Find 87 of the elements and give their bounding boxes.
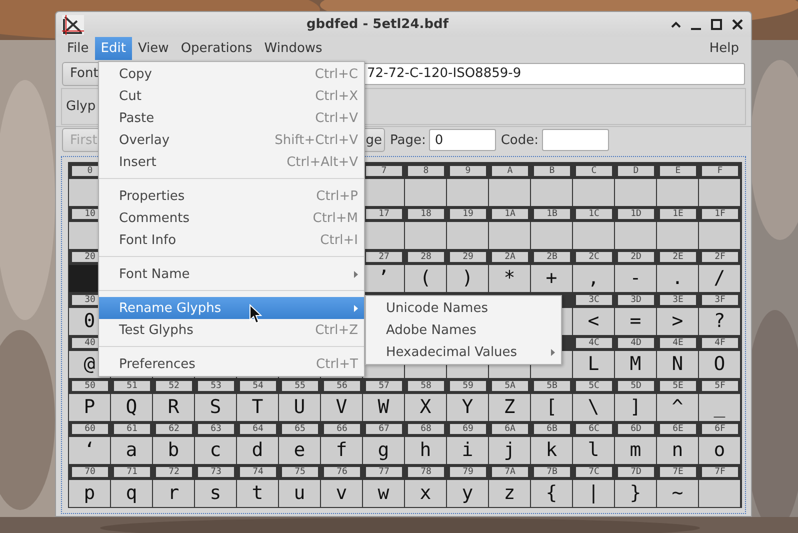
code-label: 76 <box>324 467 360 477</box>
code-label: 52 <box>156 381 192 391</box>
code-label: 73 <box>198 467 234 477</box>
code-label: 55 <box>282 381 318 391</box>
code-label: 64 <box>240 424 276 434</box>
code-label: 5D <box>618 381 654 391</box>
code-label: 65 <box>282 424 318 434</box>
code-label: F <box>702 166 738 176</box>
code-label: 1B <box>534 209 570 219</box>
code-label: 3D <box>618 295 654 305</box>
code-label: 1F <box>702 209 738 219</box>
code-label: 4C <box>576 338 612 348</box>
code-label: 7E <box>660 467 696 477</box>
code-label: E <box>660 166 696 176</box>
code-label: 19 <box>450 209 486 219</box>
code-label: 28 <box>408 252 444 262</box>
code-label: 75 <box>282 467 318 477</box>
code-label: 56 <box>324 381 360 391</box>
code-label: 3E <box>660 295 696 305</box>
code-label: 7D <box>618 467 654 477</box>
code-label: 60 <box>72 424 108 434</box>
code-label: 4F <box>702 338 738 348</box>
code-label: Code: <box>500 132 539 148</box>
code-label: 71 <box>114 467 150 477</box>
code-label: 66 <box>324 424 360 434</box>
code-label: 69 <box>450 424 486 434</box>
code-label: 70 <box>72 467 108 477</box>
code-label: 7A <box>492 467 528 477</box>
code-label: 7B <box>534 467 570 477</box>
code-label: 77 <box>366 467 402 477</box>
code-label: 50 <box>72 381 108 391</box>
code-label: 29 <box>450 252 486 262</box>
code-label: 78 <box>408 467 444 477</box>
code-label: 2A <box>492 252 528 262</box>
code-label: 6C <box>576 424 612 434</box>
code-label: 67 <box>366 424 402 434</box>
code-label: 57 <box>366 381 402 391</box>
code-label: 4D <box>618 338 654 348</box>
code-label: 1C <box>576 209 612 219</box>
code-label: 1A <box>492 209 528 219</box>
code-label: 6D <box>618 424 654 434</box>
code-label: 61 <box>114 424 150 434</box>
code-label: 27 <box>366 252 402 262</box>
code-label: 2B <box>534 252 570 262</box>
code-label: C <box>576 166 612 176</box>
code-label: A <box>492 166 528 176</box>
code-label: 2F <box>702 252 738 262</box>
code-label: 3F <box>702 295 738 305</box>
code-label: 1D <box>618 209 654 219</box>
code-label: 18 <box>408 209 444 219</box>
code-label: 58 <box>408 381 444 391</box>
code-label: B <box>534 166 570 176</box>
code-label: 7 <box>366 166 402 176</box>
code-label: 62 <box>156 424 192 434</box>
glyph-label: Glyp <box>66 98 96 114</box>
code-label: 5F <box>702 381 738 391</box>
code-label: 5E <box>660 381 696 391</box>
code-label: 7F <box>702 467 738 477</box>
code-label: 51 <box>114 381 150 391</box>
page-label: Page: <box>390 132 426 148</box>
code-label: 5C <box>576 381 612 391</box>
code-label: 68 <box>408 424 444 434</box>
code-label: 3C <box>576 295 612 305</box>
code-label: 53 <box>198 381 234 391</box>
code-label: 2C <box>576 252 612 262</box>
code-label: 6E <box>660 424 696 434</box>
code-label: 79 <box>450 467 486 477</box>
code-label: 6F <box>702 424 738 434</box>
code-label: 9 <box>450 166 486 176</box>
code-label: 4E <box>660 338 696 348</box>
code-label: 2D <box>618 252 654 262</box>
code-label: 5B <box>534 381 570 391</box>
code-label: 2E <box>660 252 696 262</box>
code-label: 59 <box>450 381 486 391</box>
code-label: 6A <box>492 424 528 434</box>
code-label: 72 <box>156 467 192 477</box>
code-label: 74 <box>240 467 276 477</box>
code-label: 8 <box>408 166 444 176</box>
code-label: 5A <box>492 381 528 391</box>
code-label: 6B <box>534 424 570 434</box>
code-label: 63 <box>198 424 234 434</box>
code-label: 7C <box>576 467 612 477</box>
code-label: 17 <box>366 209 402 219</box>
code-label: 1E <box>660 209 696 219</box>
window-title: gbdfed - 5etl24.bdf <box>306 17 450 32</box>
code-label: 54 <box>240 381 276 391</box>
code-label: D <box>618 166 654 176</box>
